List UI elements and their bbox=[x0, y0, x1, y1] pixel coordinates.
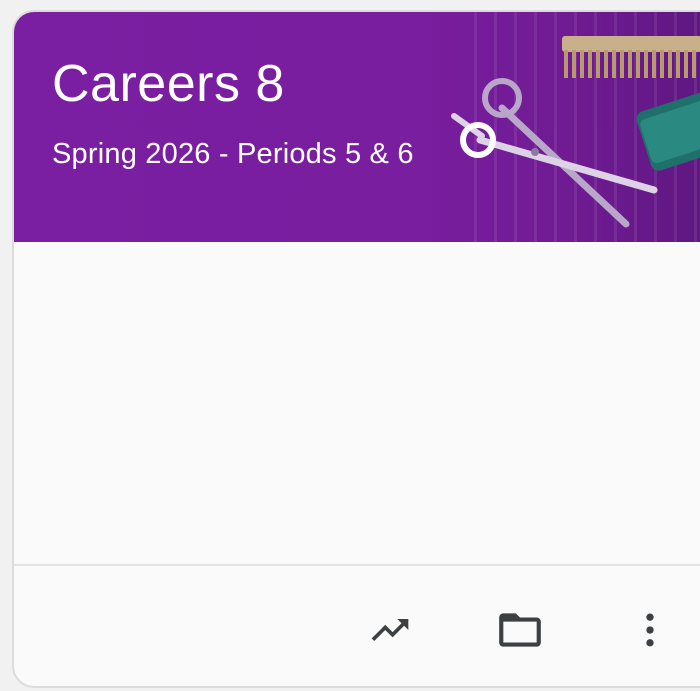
folder-icon bbox=[499, 613, 541, 647]
thread-spool-icon bbox=[636, 91, 700, 171]
open-folder-button[interactable] bbox=[494, 604, 546, 656]
banner-illustration bbox=[451, 12, 700, 242]
class-title[interactable]: Careers 8 bbox=[52, 58, 285, 110]
more-options-button[interactable] bbox=[624, 604, 676, 656]
class-section: Spring 2026 - Periods 5 & 6 bbox=[52, 138, 414, 170]
class-card-banner[interactable]: Careers 8 Spring 2026 - Periods 5 & 6 bbox=[14, 12, 700, 242]
class-card-body bbox=[14, 242, 700, 564]
trending-up-icon bbox=[371, 619, 409, 641]
more-vert-icon bbox=[646, 613, 654, 647]
class-card[interactable]: Careers 8 Spring 2026 - Periods 5 & 6 bbox=[12, 10, 700, 688]
class-card-footer bbox=[14, 566, 700, 686]
comb-icon bbox=[562, 36, 700, 78]
open-your-work-button[interactable] bbox=[364, 604, 416, 656]
